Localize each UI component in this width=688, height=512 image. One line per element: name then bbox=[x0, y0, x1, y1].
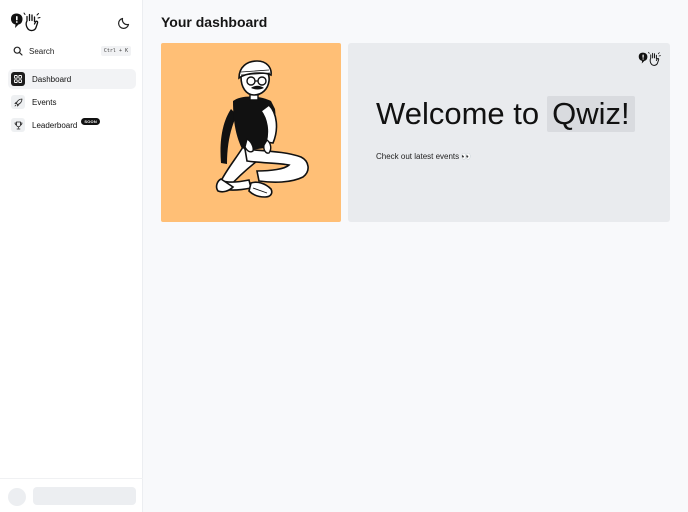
sidebar-item-label: Leaderboard bbox=[32, 120, 78, 130]
welcome-heading-text: Welcome to bbox=[376, 96, 540, 131]
page-title: Your dashboard bbox=[161, 14, 268, 30]
soon-badge: SOON bbox=[81, 118, 100, 125]
welcome-subtitle[interactable]: Check out latest events 👀 bbox=[376, 152, 471, 161]
sidebar-item-label: Events bbox=[32, 97, 57, 107]
moon-icon[interactable] bbox=[117, 14, 133, 30]
search-label: Search bbox=[29, 46, 55, 56]
hero-illustration-card bbox=[161, 43, 341, 222]
sidebar-item-events[interactable]: Events bbox=[8, 92, 136, 112]
search-icon bbox=[13, 46, 23, 56]
qwiz-logo[interactable] bbox=[10, 12, 42, 32]
search-shortcut: Ctrl + K bbox=[100, 46, 131, 56]
user-profile-placeholder bbox=[0, 478, 143, 512]
sitting-person-illustration bbox=[215, 60, 309, 198]
sidebar: Search Ctrl + K Dashboard Events Leaderb… bbox=[0, 0, 143, 512]
grid-icon bbox=[11, 72, 25, 86]
sidebar-item-label: Dashboard bbox=[32, 74, 72, 84]
brand-highlight: Qwiz! bbox=[547, 96, 635, 132]
username-skeleton bbox=[33, 487, 136, 505]
sidebar-item-leaderboard[interactable]: Leaderboard SOON bbox=[8, 115, 136, 135]
qwiz-logo-small bbox=[638, 51, 661, 66]
sidebar-item-dashboard[interactable]: Dashboard bbox=[8, 69, 136, 89]
avatar-skeleton bbox=[8, 488, 26, 506]
welcome-heading: Welcome to Qwiz! bbox=[376, 96, 635, 132]
search-button[interactable]: Search Ctrl + K bbox=[8, 41, 135, 61]
trophy-icon bbox=[11, 118, 25, 132]
rocket-icon bbox=[11, 95, 25, 109]
welcome-card: Welcome to Qwiz! Check out latest events… bbox=[348, 43, 670, 222]
